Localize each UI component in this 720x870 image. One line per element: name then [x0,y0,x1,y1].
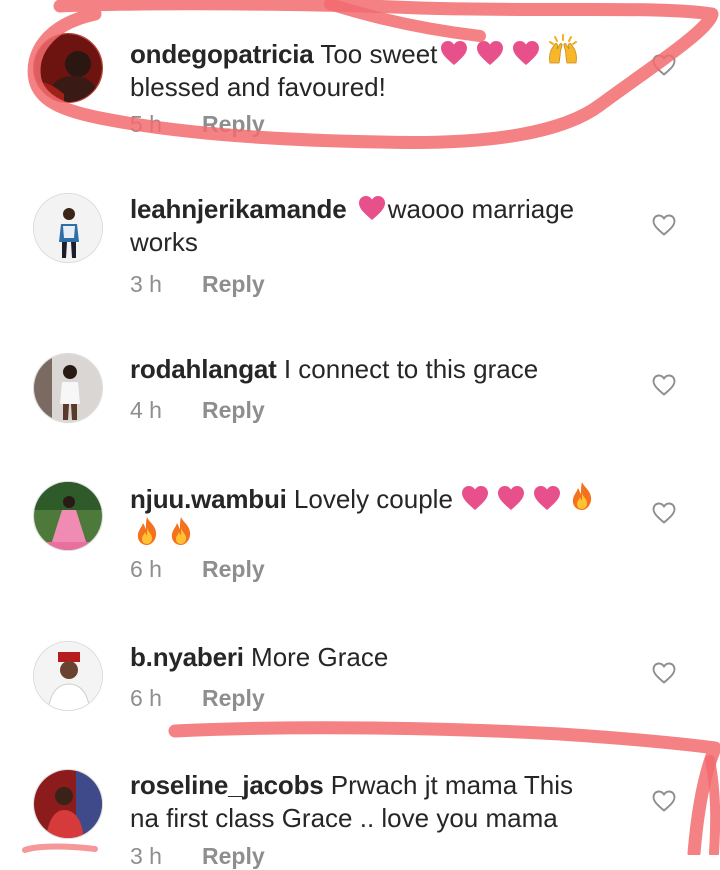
comment-time: 3 h [130,271,162,297]
reply-button[interactable]: Reply [202,556,265,582]
pink-heart-emoji-icon [533,485,561,511]
comment-time: 3 h [130,843,162,869]
avatar[interactable] [33,481,103,551]
comment-meta: 4 h Reply [130,397,265,424]
pink-heart-emoji-icon [512,40,540,66]
avatar[interactable] [33,353,103,423]
comment-time: 5 h [130,111,162,137]
comment-body: waooo marriage [387,194,575,224]
like-heart-icon[interactable] [652,790,676,812]
like-heart-icon[interactable] [652,214,676,236]
comment-meta: 3 h Reply [130,843,265,870]
comment-username[interactable]: ondegopatricia [130,39,314,69]
comment-text: b.nyaberi More Grace [130,641,630,674]
like-heart-icon[interactable] [652,374,676,396]
pink-heart-emoji-icon [497,485,525,511]
comment-meta: 5 h Reply [130,111,265,138]
comment-text: roseline_jacobs Prwach jt mama This na f… [130,769,630,835]
avatar[interactable] [33,769,103,839]
comment-username[interactable]: roseline_jacobs [130,770,324,800]
comment-body: More Grace [251,642,389,672]
avatar[interactable] [33,193,103,263]
comment-time: 4 h [130,397,162,423]
reply-button[interactable]: Reply [202,111,265,137]
comment-body-line2: blessed and favoured! [130,72,386,102]
comment-meta: 6 h Reply [130,685,265,712]
comment-body: Prwach jt mama This [330,770,574,800]
avatar[interactable] [33,33,103,103]
reply-button[interactable]: Reply [202,397,265,423]
reply-button[interactable]: Reply [202,685,265,711]
pink-heart-emoji-icon [358,195,386,221]
pink-heart-emoji-icon [440,40,468,66]
pink-heart-emoji-icon [476,40,504,66]
comment-username[interactable]: b.nyaberi [130,642,244,672]
comment-username[interactable]: rodahlangat [130,354,277,384]
fire-emoji-icon [569,481,595,511]
comment-text: rodahlangat I connect to this grace [130,353,630,386]
fire-emoji-icon [134,516,160,546]
comment-text: leahnjerikamande waooo marriage works [130,193,630,259]
comment-time: 6 h [130,556,162,582]
comment-text: njuu.wambui Lovely couple [130,481,630,551]
comment-body: I connect to this grace [283,354,539,384]
comment-time: 6 h [130,685,162,711]
comment-meta: 6 h Reply [130,556,265,583]
reply-button[interactable]: Reply [202,271,265,297]
reply-button[interactable]: Reply [202,843,265,869]
comment-body: Too sweet [320,39,438,69]
highlight-annotation [22,0,720,855]
comment-meta: 3 h Reply [130,271,265,298]
pink-heart-emoji-icon [461,485,489,511]
like-heart-icon[interactable] [652,502,676,524]
avatar[interactable] [33,641,103,711]
raising-hands-emoji-icon [546,33,580,65]
comment-body-line2: na first class Grace .. love you mama [130,803,558,833]
like-heart-icon[interactable] [652,54,676,76]
fire-emoji-icon [168,516,194,546]
comment-username[interactable]: njuu.wambui [130,484,287,514]
comment-username[interactable]: leahnjerikamande [130,194,347,224]
comment-body-line2: works [130,227,198,257]
like-heart-icon[interactable] [652,662,676,684]
comment-text: ondegopatricia Too sweet blessed and fav… [130,33,630,104]
comment-body: Lovely couple [293,484,453,514]
